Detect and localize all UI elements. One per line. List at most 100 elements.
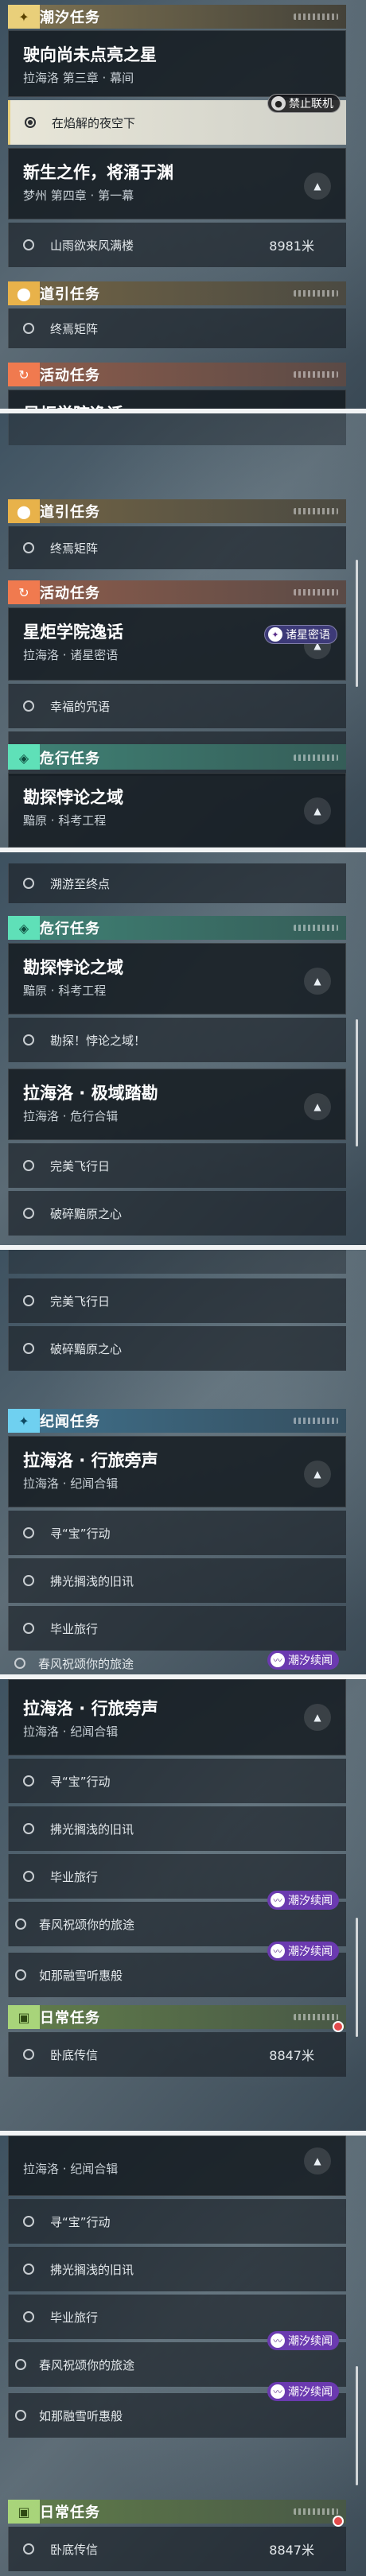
category-tide[interactable]: ✦ 潮汐任务 (8, 5, 346, 29)
category-decoration (294, 925, 338, 931)
location-pin-icon: ⬤ (17, 503, 31, 519)
objective-row[interactable] (8, 1250, 346, 1274)
collapse-icon[interactable]: ▲ (304, 968, 331, 995)
radio-icon (23, 1208, 34, 1219)
objective-row[interactable]: 寻“宝”行动 (8, 1511, 346, 1555)
radio-icon (15, 1969, 26, 1980)
radio-icon (23, 2216, 34, 2227)
collapse-icon[interactable]: ▲ (304, 1704, 331, 1731)
objective-label: 破碎黯原之心 (50, 1206, 123, 1221)
objective-row[interactable]: 寻“宝”行动 (8, 2199, 346, 2244)
radio-icon (23, 239, 34, 250)
collapse-icon[interactable]: ▲ (304, 173, 331, 200)
collapse-icon[interactable]: ▲ (304, 1093, 331, 1120)
tag-label: 潮汐续闻 (288, 2386, 333, 2399)
tide-legend-tag: 〰 潮汐续闻 (267, 1891, 339, 1910)
category-decoration (294, 2508, 338, 2515)
category-label: 道引任务 (40, 286, 100, 303)
quest-card[interactable]: 拉海洛 · 行旅旁声 拉海洛 · 纪闻合辑 ▲ (8, 1679, 346, 1755)
scrollbar[interactable] (356, 560, 358, 687)
category-label: 日常任务 (40, 2504, 100, 2521)
category-activity[interactable]: ↻ 活动任务 (8, 580, 346, 604)
quest-card[interactable]: 拉海洛 · 行旅旁声 拉海洛 · 纪闻合辑 ▲ (8, 1436, 346, 1507)
radio-icon (23, 1823, 34, 1834)
objective-label: 寻“宝”行动 (50, 1774, 111, 1789)
quest-subtitle: 拉海洛 · 纪闻合辑 (23, 1724, 119, 1739)
category-guide[interactable]: ⬤ 道引任务 (8, 281, 346, 305)
quest-card[interactable]: 勘探悖论之域 黯原 · 科考工程 ▲ (8, 943, 346, 1014)
objective-row[interactable]: 完美飞行日 (8, 1278, 346, 1323)
scrollbar[interactable] (356, 1918, 358, 2037)
category-daily[interactable]: ▣ 日常任务 (8, 2500, 346, 2524)
tag-label: 潮汐续闻 (288, 1946, 333, 1958)
objective-row[interactable]: 卧底传信 8847米 (8, 2527, 346, 2571)
collapse-icon[interactable]: ▲ (304, 1461, 331, 1488)
objective-label: 春风祝颂你的旅途 (39, 2357, 135, 2372)
quest-panel-frame-3: 溯游至终点 ◈ 危行任务 勘探悖论之域 黯原 · 科考工程 ▲ 勘探！悖论之域！… (0, 852, 366, 1245)
objective-row[interactable] (8, 413, 346, 445)
objective-row[interactable]: 完美飞行日 (8, 1143, 346, 1188)
objective-label: 寻“宝”行动 (50, 1526, 111, 1541)
scrollbar[interactable] (356, 2366, 358, 2485)
quest-card-partial[interactable]: 星炬学院逸话 (8, 390, 346, 409)
objective-label: 毕业旅行 (50, 1621, 99, 1636)
tag-label: 潮汐续闻 (288, 2335, 333, 2348)
quest-title: 新生之作，将涌于渊 (23, 163, 173, 182)
objective-row[interactable]: 山雨欲来风满楼 8981米 (8, 223, 346, 267)
tide-icon: ✦ (18, 9, 29, 25)
quest-card[interactable]: 拉海洛 · 纪闻合辑 ▲ (8, 2136, 346, 2196)
objective-row[interactable]: 溯游至终点 (8, 863, 346, 903)
category-decoration (294, 589, 338, 596)
objective-row[interactable]: 拂光搁浅的旧讯 (8, 1558, 346, 1603)
category-risk[interactable]: ◈ 危行任务 (8, 746, 346, 770)
category-legend[interactable]: ✦ 纪闻任务 (8, 1409, 346, 1433)
category-risk[interactable]: ◈ 危行任务 (8, 916, 346, 940)
scrollbar[interactable] (356, 1019, 358, 1146)
objective-row[interactable]: 终焉矩阵 (8, 526, 346, 569)
objective-row[interactable]: 破碎黯原之心 (8, 1191, 346, 1236)
radio-icon (15, 2410, 26, 2421)
tag-label: 潮汐续闻 (288, 1895, 333, 1907)
category-label: 潮汐任务 (40, 10, 100, 26)
objective-row[interactable]: 拂光搁浅的旧讯 (8, 2247, 346, 2291)
category-activity[interactable]: ↻ 活动任务 (8, 363, 346, 386)
radio-icon (23, 1575, 34, 1586)
objective-row[interactable]: 毕业旅行 (8, 1606, 346, 1651)
quest-panel-frame-5: 拉海洛 · 行旅旁声 拉海洛 · 纪闻合辑 ▲ 寻“宝”行动 拂光搁浅的旧讯 毕… (0, 1679, 366, 2131)
quest-card[interactable]: 驶向尚未点亮之星 拉海洛 第三章 · 幕间 (8, 30, 346, 97)
collapse-icon[interactable]: ▲ (304, 797, 331, 824)
coop-icon: ● (271, 96, 286, 111)
objective-row[interactable]: 勘探！悖论之域！ (8, 1018, 346, 1062)
objective-row[interactable]: 卧底传信 8847米 (8, 2032, 346, 2077)
category-guide[interactable]: ⬤ 道引任务 (8, 499, 346, 523)
quest-title: 拉海洛 · 行旅旁声 (23, 1699, 158, 1718)
tide-icon: 〰 (271, 2334, 285, 2348)
quest-card[interactable]: 星炬学院逸话 拉海洛 · 诸星密语 ▲ (8, 607, 346, 681)
objective-label: 如那融雪听惠般 (39, 1968, 123, 1983)
radio-icon (23, 2049, 34, 2060)
objective-label: 拂光搁浅的旧讯 (50, 1573, 134, 1589)
tag-label: 诸星密语 (286, 629, 330, 642)
quest-panel-frame-2: ⬤ 道引任务 终焉矩阵 ↻ 活动任务 星炬学院逸话 拉海洛 · 诸星密语 ▲ ✦… (0, 413, 366, 848)
notification-dot (333, 2516, 344, 2527)
quest-title: 勘探悖论之域 (23, 958, 123, 977)
category-label: 危行任务 (40, 751, 100, 767)
quest-title: 拉海洛 · 极域踏勘 (23, 1084, 158, 1103)
category-decoration (294, 290, 338, 297)
category-label: 活动任务 (40, 585, 100, 602)
objective-row[interactable]: 拂光搁浅的旧讯 (8, 1806, 346, 1851)
category-label: 道引任务 (40, 504, 100, 521)
quest-card[interactable]: 勘探悖论之域 黯原 · 科考工程 ▲ (8, 773, 346, 848)
quest-card[interactable]: 新生之作，将涌于渊 梦州 第四章 · 第一幕 ▲ (8, 148, 346, 219)
quest-card[interactable]: 拉海洛 · 极域踏勘 拉海洛 · 危行合辑 ▲ (8, 1069, 346, 1140)
objective-row[interactable]: 破碎黯原之心 (8, 1326, 346, 1371)
objective-row[interactable]: 寻“宝”行动 (8, 1759, 346, 1803)
objective-row[interactable]: 幸福的咒语 (8, 684, 346, 728)
objective-label: 毕业旅行 (50, 1869, 99, 1884)
objective-row[interactable]: 终焉矩阵 (8, 308, 346, 348)
objective-label: 毕业旅行 (50, 2310, 99, 2325)
collapse-icon[interactable]: ▲ (304, 2147, 331, 2174)
category-daily[interactable]: ▣ 日常任务 (8, 2005, 346, 2029)
objective-label: 春风祝颂你的旅途 (39, 1917, 135, 1932)
quest-subtitle: 梦州 第四章 · 第一幕 (23, 188, 134, 203)
